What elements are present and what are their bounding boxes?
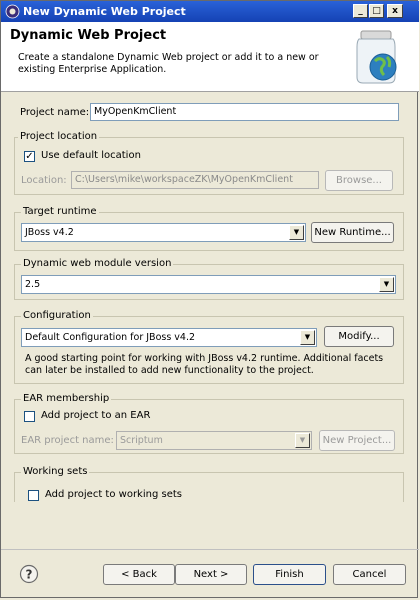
finish-button[interactable]: Finish: [253, 564, 326, 585]
configuration-value: Default Configuration for JBoss v4.2: [25, 332, 196, 343]
configuration-legend: Configuration: [21, 310, 93, 321]
chevron-down-icon[interactable]: ▼: [289, 225, 304, 240]
project-location-legend: Project location: [18, 131, 100, 142]
footer-separator: [1, 549, 419, 550]
module-version-value: 2.5: [25, 279, 41, 290]
window-title: New Dynamic Web Project: [23, 5, 186, 18]
location-input[interactable]: C:\Users\mike\workspaceZK\MyOpenKmClient: [71, 171, 319, 189]
project-name-label: Project name:: [20, 107, 90, 118]
location-label: Location:: [21, 175, 67, 186]
wizard-header: Dynamic Web Project Create a standalone …: [1, 22, 419, 92]
browse-button[interactable]: Browse...: [325, 170, 393, 191]
add-to-ear-label: Add project to an EAR: [41, 410, 151, 421]
next-button[interactable]: Next >: [175, 564, 247, 585]
add-to-ear-checkbox[interactable]: [24, 411, 35, 422]
new-project-button[interactable]: New Project...: [319, 430, 395, 451]
page-description: Create a standalone Dynamic Web project …: [18, 52, 319, 75]
ear-project-name-select[interactable]: Scriptum ▼: [116, 431, 312, 450]
add-to-working-sets-label: Add project to working sets: [45, 489, 182, 500]
project-name-input[interactable]: MyOpenKmClient: [90, 103, 399, 121]
ear-project-name-value: Scriptum: [120, 435, 163, 446]
use-default-location-checkbox[interactable]: ✓: [24, 151, 35, 162]
add-to-working-sets-checkbox[interactable]: [28, 490, 39, 501]
target-runtime-select[interactable]: JBoss v4.2 ▼: [21, 223, 306, 242]
configuration-select[interactable]: Default Configuration for JBoss v4.2 ▼: [21, 328, 317, 347]
cancel-button[interactable]: Cancel: [333, 564, 406, 585]
module-version-legend: Dynamic web module version: [21, 258, 174, 269]
modify-button[interactable]: Modify...: [324, 326, 394, 347]
page-title: Dynamic Web Project: [10, 28, 167, 43]
back-button[interactable]: < Back: [103, 564, 175, 585]
target-runtime-value: JBoss v4.2: [25, 227, 74, 238]
target-runtime-legend: Target runtime: [21, 206, 99, 217]
close-button[interactable]: x: [387, 4, 403, 18]
configuration-description: A good starting point for working with J…: [25, 353, 384, 376]
svg-text:?: ?: [26, 568, 33, 582]
use-default-location-label: Use default location: [41, 150, 141, 161]
wizard-window: New Dynamic Web Project _ □ x Dynamic We…: [0, 0, 419, 598]
title-bar[interactable]: New Dynamic Web Project _ □ x: [1, 1, 419, 22]
minimize-button[interactable]: _: [353, 4, 368, 18]
new-runtime-button[interactable]: New Runtime...: [311, 222, 394, 243]
chevron-down-icon[interactable]: ▼: [379, 277, 394, 292]
help-icon[interactable]: ?: [19, 564, 39, 584]
maximize-button[interactable]: □: [369, 4, 384, 18]
module-version-select[interactable]: 2.5 ▼: [21, 275, 396, 294]
jar-globe-icon: [356, 30, 397, 84]
chevron-down-icon[interactable]: ▼: [295, 433, 310, 448]
working-sets-legend: Working sets: [21, 466, 90, 477]
eclipse-icon: [5, 4, 20, 19]
ear-membership-legend: EAR membership: [21, 393, 112, 404]
ear-project-name-label: EAR project name:: [21, 435, 114, 446]
chevron-down-icon[interactable]: ▼: [300, 330, 315, 345]
